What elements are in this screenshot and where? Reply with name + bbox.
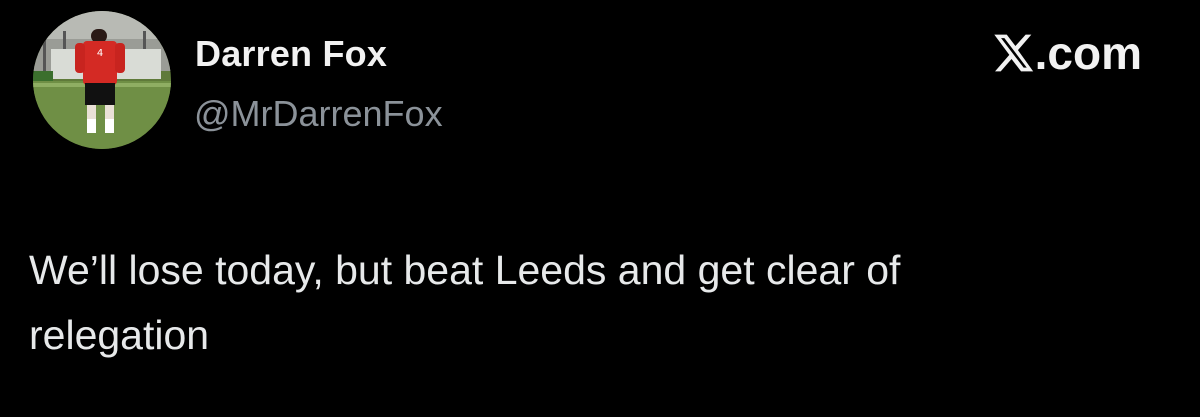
author-handle[interactable]: @MrDarrenFox [194,93,443,135]
svg-text:4: 4 [97,48,103,59]
avatar-photo: 4 [33,11,171,149]
tweet-card: 4 Darren Fox @MrDarrenFox .com We’ll los… [0,0,1200,417]
avatar[interactable]: 4 [33,11,171,149]
brand-domain-suffix: .com [1034,27,1142,79]
x-logo-icon [993,34,1033,72]
tweet-text: We’ll lose today, but beat Leeds and get… [29,247,901,358]
author-display-name[interactable]: Darren Fox [195,33,387,75]
x-brand: .com [991,27,1142,79]
